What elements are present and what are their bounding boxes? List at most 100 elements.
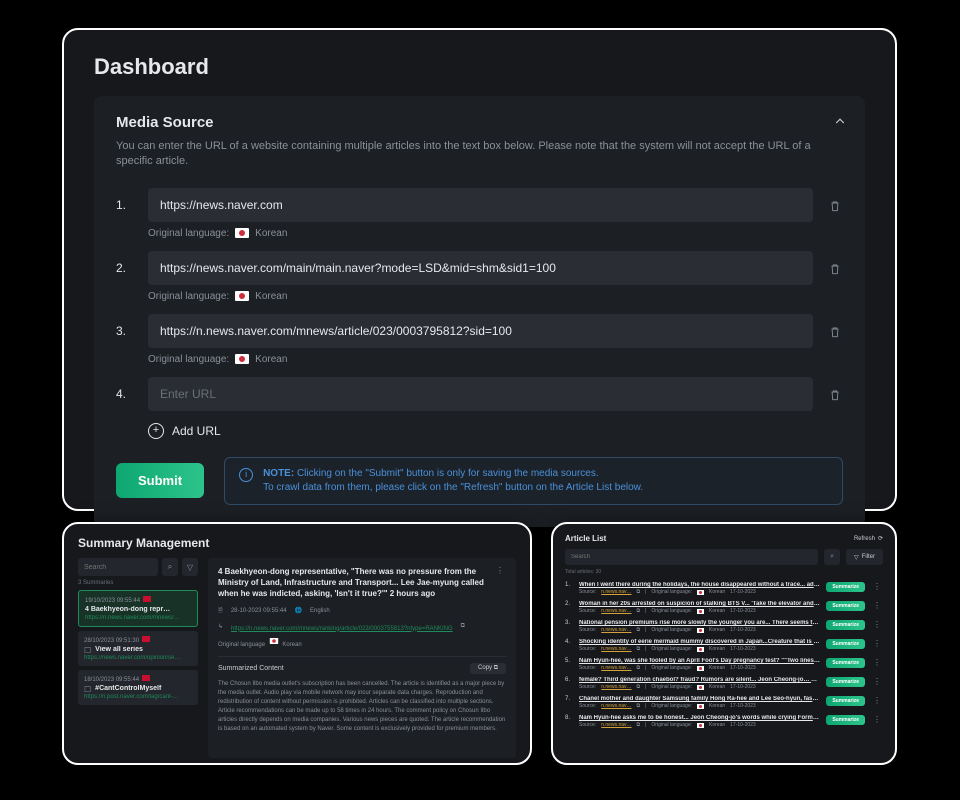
article-title[interactable]: Shocking identity of eerie mermaid mummy… xyxy=(579,639,820,645)
search-icon[interactable]: ⌕ xyxy=(162,558,178,576)
media-source-panel: Media Source You can enter the URL of a … xyxy=(94,96,865,527)
article-number: 2. xyxy=(565,601,573,607)
lang-label: Original language: xyxy=(148,228,229,239)
article-title[interactable]: When I went there during the holidays, t… xyxy=(579,582,820,588)
summarize-button[interactable]: Summarize xyxy=(826,620,865,630)
note-box: i NOTE: Clicking on the "Submit" button … xyxy=(224,457,843,505)
delete-source-1[interactable] xyxy=(827,198,843,214)
summarize-button[interactable]: Summarize xyxy=(826,639,865,649)
bookmark-icon: ☐ xyxy=(84,646,91,655)
summarize-button[interactable]: Summarize xyxy=(826,582,865,592)
copy-icon[interactable]: ⧉ xyxy=(637,589,641,595)
summary-item-title: View all series xyxy=(95,646,192,653)
lang-value: Korean xyxy=(709,703,725,709)
copy-button[interactable]: Copy ⧉ xyxy=(470,663,506,674)
article-title[interactable]: Woman in her 20s arrested on suspicion o… xyxy=(579,601,820,607)
add-url-button[interactable]: + Add URL xyxy=(148,423,843,439)
copy-icon[interactable]: ⧉ xyxy=(637,722,641,728)
summarize-button[interactable]: Summarize xyxy=(826,601,865,611)
article-title[interactable]: National pension premiums rise more slow… xyxy=(579,620,820,626)
summarize-button[interactable]: Summarize xyxy=(826,658,865,668)
summarize-button[interactable]: Summarize xyxy=(826,677,865,687)
source-label: Source: xyxy=(579,665,596,671)
source-link[interactable]: n.news.nav… xyxy=(601,703,631,709)
divider: | xyxy=(645,589,646,595)
lang-value: Korean xyxy=(709,722,725,728)
copy-icon[interactable]: ⧉ xyxy=(637,684,641,690)
search-icon[interactable]: ⌕ xyxy=(824,549,840,565)
flag-icon xyxy=(697,666,704,671)
lang-label: Original language: xyxy=(651,608,692,614)
source-link[interactable]: n.news.nav… xyxy=(601,722,631,728)
summarize-button[interactable]: Summarize xyxy=(826,696,865,706)
more-icon[interactable]: ⋮ xyxy=(494,566,506,600)
article-list-card: Article List Refresh ⟳ ⌕ ▽ Filter Total … xyxy=(551,522,897,765)
info-icon: i xyxy=(239,468,253,482)
lang-label: Original language: xyxy=(651,684,692,690)
lang-label: Original language: xyxy=(651,627,692,633)
url-input-4[interactable] xyxy=(148,377,813,411)
add-url-label: Add URL xyxy=(172,424,221,438)
article-title[interactable]: female? Third generation chaebol? fraud?… xyxy=(579,677,820,683)
summary-item-2[interactable]: 28/10/2023 09:51:30 ☐View all series htt… xyxy=(78,631,198,666)
source-label: Source: xyxy=(579,684,596,690)
delete-source-3[interactable] xyxy=(827,324,843,340)
more-icon[interactable]: ⋮ xyxy=(871,620,883,629)
divider: | xyxy=(645,722,646,728)
more-icon[interactable]: ⋮ xyxy=(871,696,883,705)
more-icon[interactable]: ⋮ xyxy=(871,582,883,591)
article-title[interactable]: Chanel mother and daughter Samsung famil… xyxy=(579,696,820,702)
url-input-3[interactable] xyxy=(148,314,813,348)
source-link[interactable]: n.news.nav… xyxy=(601,684,631,690)
url-input-1[interactable] xyxy=(148,188,813,222)
copy-icon[interactable]: ⧉ xyxy=(637,646,641,652)
article-number: 4. xyxy=(565,639,573,645)
summary-management-card: Summary Management ⌕ ▽ 3 Summaries 19/10… xyxy=(62,522,532,765)
summary-item-date: 19/10/2023 09:55:44 xyxy=(85,598,140,604)
source-label: Source: xyxy=(579,608,596,614)
summary-item-1[interactable]: 19/10/2023 09:55:44 4 Baekhyeon-dong rep… xyxy=(78,590,198,627)
source-link[interactable]: n.news.nav… xyxy=(601,608,631,614)
filter-button[interactable]: ▽ Filter xyxy=(846,549,883,565)
article-total: Total articles: 30 xyxy=(565,569,883,575)
filter-icon[interactable]: ▽ xyxy=(182,558,198,576)
flag-icon xyxy=(697,609,704,614)
source-link[interactable]: n.news.nav… xyxy=(601,589,631,595)
delete-source-2[interactable] xyxy=(827,261,843,277)
article-row: 7. Chanel mother and daughter Samsung fa… xyxy=(565,693,883,712)
more-icon[interactable]: ⋮ xyxy=(871,677,883,686)
article-search-input[interactable] xyxy=(565,549,818,565)
divider: | xyxy=(645,646,646,652)
detail-link[interactable]: https://n.news.naver.com/mnews/ranking/a… xyxy=(231,626,453,632)
submit-button[interactable]: Submit xyxy=(116,463,204,498)
collapse-icon[interactable] xyxy=(833,114,847,131)
flag-icon xyxy=(697,685,704,690)
copy-icon[interactable]: ⧉ xyxy=(637,608,641,614)
lang-value: Korean xyxy=(709,589,725,595)
source-label: Source: xyxy=(579,627,596,633)
source-row-2: 2. Original language: Korean xyxy=(116,251,843,302)
article-title[interactable]: Nam Hyun-hee, was she fooled by an April… xyxy=(579,658,820,664)
article-row: 3. National pension premiums rise more s… xyxy=(565,617,883,636)
url-input-2[interactable] xyxy=(148,251,813,285)
refresh-button[interactable]: Refresh ⟳ xyxy=(854,535,883,542)
summary-item-3[interactable]: 18/10/2023 09:55:44 ☐#CantControlMyself … xyxy=(78,670,198,705)
summarize-button[interactable]: Summarize xyxy=(826,715,865,725)
summary-search-input[interactable] xyxy=(78,558,158,576)
more-icon[interactable]: ⋮ xyxy=(871,658,883,667)
copy-icon[interactable]: ⧉ xyxy=(637,665,641,671)
article-title[interactable]: Nam Hyun-hee asks me to be honest... Jeo… xyxy=(579,715,820,721)
copy-icon[interactable]: ⧉ xyxy=(637,703,641,709)
copy-link-icon[interactable]: ⧉ xyxy=(461,623,465,630)
delete-source-4[interactable] xyxy=(827,387,843,403)
more-icon[interactable]: ⋮ xyxy=(871,601,883,610)
source-link[interactable]: n.news.nav… xyxy=(601,627,631,633)
lang-value: Korean xyxy=(255,291,287,302)
globe-icon: 🌐 xyxy=(295,607,302,614)
source-link[interactable]: n.news.nav… xyxy=(601,646,631,652)
copy-icon[interactable]: ⧉ xyxy=(637,627,641,633)
divider: | xyxy=(645,684,646,690)
more-icon[interactable]: ⋮ xyxy=(871,715,883,724)
more-icon[interactable]: ⋮ xyxy=(871,639,883,648)
source-link[interactable]: n.news.nav… xyxy=(601,665,631,671)
